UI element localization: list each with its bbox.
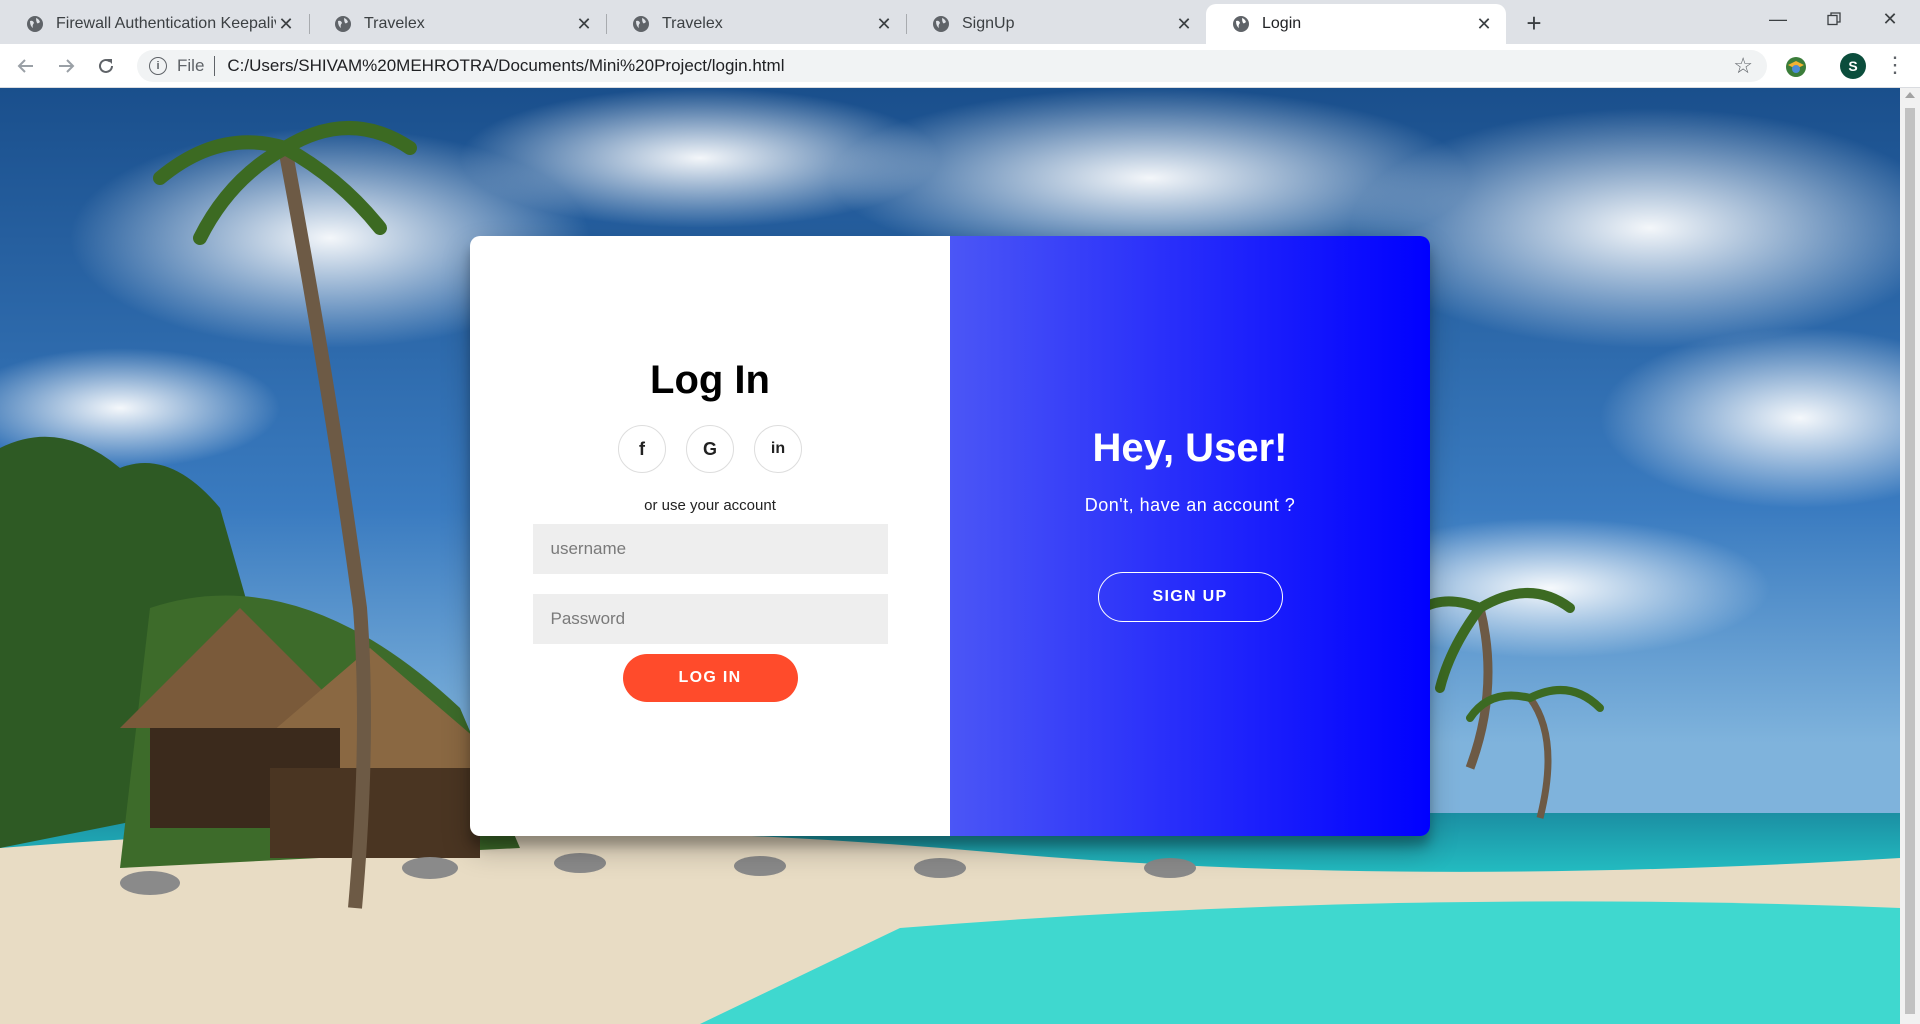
star-icon[interactable]: ☆ (1733, 53, 1753, 79)
close-icon[interactable]: ✕ (1474, 14, 1494, 35)
tab-signup[interactable]: SignUp ✕ (906, 4, 1206, 44)
kebab-menu-icon[interactable]: ⋮ (1884, 50, 1906, 80)
profile-avatar[interactable]: S (1840, 53, 1866, 79)
password-input[interactable] (532, 594, 888, 644)
back-arrow-icon[interactable] (10, 50, 42, 82)
username-input[interactable] (532, 524, 888, 574)
login-button[interactable]: LOG IN (622, 654, 798, 702)
extension-icon[interactable] (1784, 55, 1808, 79)
linkedin-icon[interactable]: in (754, 425, 802, 473)
address-divider (214, 56, 216, 76)
tab-title: Travelex (662, 15, 723, 32)
overlay-heading: Hey, User! (1092, 426, 1288, 470)
url-text[interactable]: C:/Users/SHIVAM%20MEHROTRA/Documents/Min… (227, 56, 784, 76)
tab-travelex-1[interactable]: Travelex ✕ (308, 4, 606, 44)
window-close-icon[interactable]: ✕ (1862, 0, 1918, 38)
signup-overlay-panel: Hey, User! Don't, have an account ? SIGN… (950, 236, 1430, 836)
page-viewport: Log In f G in or use your account LOG IN… (0, 88, 1900, 1024)
signup-button[interactable]: SIGN UP (1097, 572, 1283, 622)
vertical-scrollbar[interactable] (1900, 88, 1920, 1024)
info-icon[interactable]: i (149, 57, 167, 75)
close-icon[interactable]: ✕ (874, 14, 894, 35)
tab-login[interactable]: Login ✕ (1206, 4, 1506, 44)
globe-icon (27, 16, 43, 32)
scheme-label: File (177, 56, 205, 75)
globe-icon (1233, 16, 1249, 32)
restore-icon[interactable] (1806, 0, 1862, 38)
tab-title: Login (1262, 15, 1302, 32)
address-bar[interactable]: i File C:/Users/SHIVAM%20MEHROTRA/Docume… (137, 50, 1767, 82)
globe-icon (933, 16, 949, 32)
login-title: Log In (650, 358, 770, 402)
close-icon[interactable]: ✕ (1174, 14, 1194, 35)
new-tab-button[interactable]: + (1519, 8, 1549, 38)
login-card: Log In f G in or use your account LOG IN… (470, 236, 1430, 836)
scrollbar-thumb[interactable] (1905, 108, 1915, 1014)
tab-travelex-2[interactable]: Travelex ✕ (606, 4, 906, 44)
tab-firewall[interactable]: Firewall Authentication Keepalive ✕ (0, 4, 308, 44)
tab-title: SignUp (962, 15, 1015, 32)
facebook-icon[interactable]: f (618, 425, 666, 473)
close-icon[interactable]: ✕ (276, 14, 296, 35)
tab-strip: Firewall Authentication Keepalive ✕ Trav… (0, 0, 1920, 44)
tab-title: Travelex (364, 15, 425, 32)
scroll-up-arrow-icon[interactable] (1905, 92, 1915, 98)
minimize-icon[interactable]: — (1750, 0, 1806, 38)
globe-icon (335, 16, 351, 32)
reload-icon[interactable] (90, 50, 122, 82)
overlay-message: Don't, have an account ? (1084, 495, 1296, 515)
social-login-group: f G in (618, 425, 802, 473)
login-form-panel: Log In f G in or use your account LOG IN (470, 236, 950, 836)
globe-icon (633, 16, 649, 32)
tab-title: Firewall Authentication Keepalive (56, 15, 276, 32)
browser-toolbar: i File C:/Users/SHIVAM%20MEHROTRA/Docume… (0, 44, 1920, 88)
google-icon[interactable]: G (686, 425, 734, 473)
alt-login-text: or use your account (644, 497, 776, 514)
close-icon[interactable]: ✕ (574, 14, 594, 35)
forward-arrow-icon[interactable] (50, 50, 82, 82)
